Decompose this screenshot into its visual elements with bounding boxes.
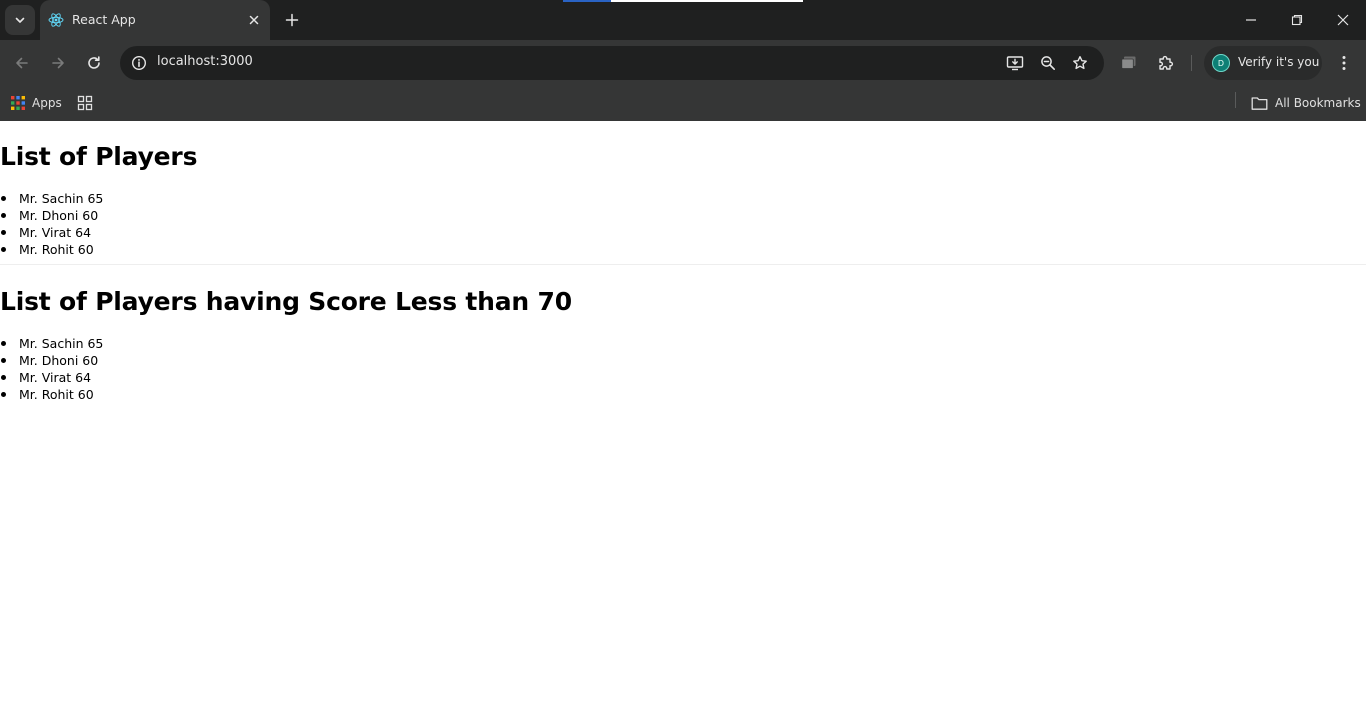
- bookmark-apps[interactable]: Apps: [10, 92, 62, 114]
- zoom-out-icon: [1041, 56, 1055, 70]
- bookmark-apps-label: Apps: [32, 96, 62, 110]
- all-players-list: Mr. Sachin 65 Mr. Dhoni 60 Mr. Virat 64 …: [0, 190, 103, 258]
- address-bar[interactable]: localhost:3000: [120, 46, 1104, 80]
- toolbar-divider: [1191, 55, 1192, 71]
- page-load-progress: [563, 0, 803, 2]
- install-desktop-icon: [1006, 56, 1024, 71]
- back-button[interactable]: [10, 51, 34, 75]
- close-icon: [249, 15, 259, 25]
- list-item: Mr. Sachin 65: [0, 335, 103, 352]
- info-icon: [131, 55, 147, 71]
- reload-button[interactable]: [82, 51, 106, 75]
- list-item: Mr. Rohit 60: [0, 386, 103, 403]
- minimize-icon: [1246, 19, 1256, 21]
- bookmarks-divider: [1235, 92, 1236, 108]
- avatar: D: [1212, 54, 1230, 72]
- tab-react-app[interactable]: React App: [40, 0, 270, 40]
- puzzle-piece-icon: [1159, 55, 1174, 70]
- page-title-all-players: List of Players: [0, 142, 198, 171]
- close-window-button[interactable]: [1333, 10, 1353, 30]
- list-item: Mr. Dhoni 60: [0, 207, 103, 224]
- tab-title: React App: [72, 12, 136, 27]
- arrow-left-icon: [16, 57, 28, 69]
- tab-close-button[interactable]: [246, 12, 262, 28]
- all-bookmarks-label: All Bookmarks: [1275, 96, 1361, 110]
- react-logo-icon: [48, 13, 64, 27]
- list-item: Mr. Dhoni 60: [0, 352, 103, 369]
- apps-grid-icon: [11, 96, 25, 110]
- zoom-button[interactable]: [1037, 52, 1059, 74]
- tab-groups-button[interactable]: [1117, 51, 1141, 75]
- all-bookmarks-button[interactable]: All Bookmarks: [1251, 92, 1361, 114]
- tab-search-button[interactable]: [5, 5, 35, 35]
- list-item: Mr. Rohit 60: [0, 241, 103, 258]
- restore-button[interactable]: [1287, 10, 1307, 30]
- site-info-button[interactable]: [128, 52, 150, 74]
- reload-icon: [88, 56, 100, 69]
- browser-menu-button[interactable]: [1332, 51, 1356, 75]
- browser-toolbar: localhost:3000 D Verify it's you: [0, 40, 1366, 85]
- close-icon: [1337, 14, 1349, 26]
- folder-icon: [1251, 96, 1268, 110]
- list-item: Mr. Virat 64: [0, 369, 103, 386]
- bookmark-star-button[interactable]: [1069, 52, 1091, 74]
- restore-icon: [1291, 14, 1303, 26]
- kebab-menu-icon: [1342, 56, 1346, 70]
- page-load-progress-fill: [563, 0, 611, 2]
- bookmarks-bar: Apps All Bookmarks: [0, 85, 1366, 121]
- forward-button[interactable]: [46, 51, 70, 75]
- new-tab-button[interactable]: [282, 10, 302, 30]
- bookmark-tab-groups[interactable]: [75, 92, 95, 114]
- chevron-down-icon: [15, 17, 25, 23]
- minimize-button[interactable]: [1241, 10, 1261, 30]
- grid-icon: [77, 95, 93, 111]
- browser-titlebar: React App: [0, 0, 1366, 40]
- profile-button[interactable]: D Verify it's you: [1204, 46, 1322, 80]
- list-item: Mr. Virat 64: [0, 224, 103, 241]
- list-item: Mr. Sachin 65: [0, 190, 103, 207]
- plus-icon: [285, 13, 299, 27]
- star-icon: [1073, 56, 1087, 70]
- install-app-button[interactable]: [1004, 52, 1026, 74]
- profile-label: Verify it's you: [1238, 55, 1320, 69]
- section-divider: [0, 264, 1366, 265]
- filtered-players-list: Mr. Sachin 65 Mr. Dhoni 60 Mr. Virat 64 …: [0, 335, 103, 403]
- url-text[interactable]: localhost:3000: [157, 54, 253, 69]
- arrow-right-icon: [52, 57, 64, 69]
- tab-groups-icon: [1121, 56, 1136, 69]
- page-content: List of Players Mr. Sachin 65 Mr. Dhoni …: [0, 121, 1366, 727]
- extensions-button[interactable]: [1154, 51, 1178, 75]
- page-title-filtered-players: List of Players having Score Less than 7…: [0, 287, 572, 316]
